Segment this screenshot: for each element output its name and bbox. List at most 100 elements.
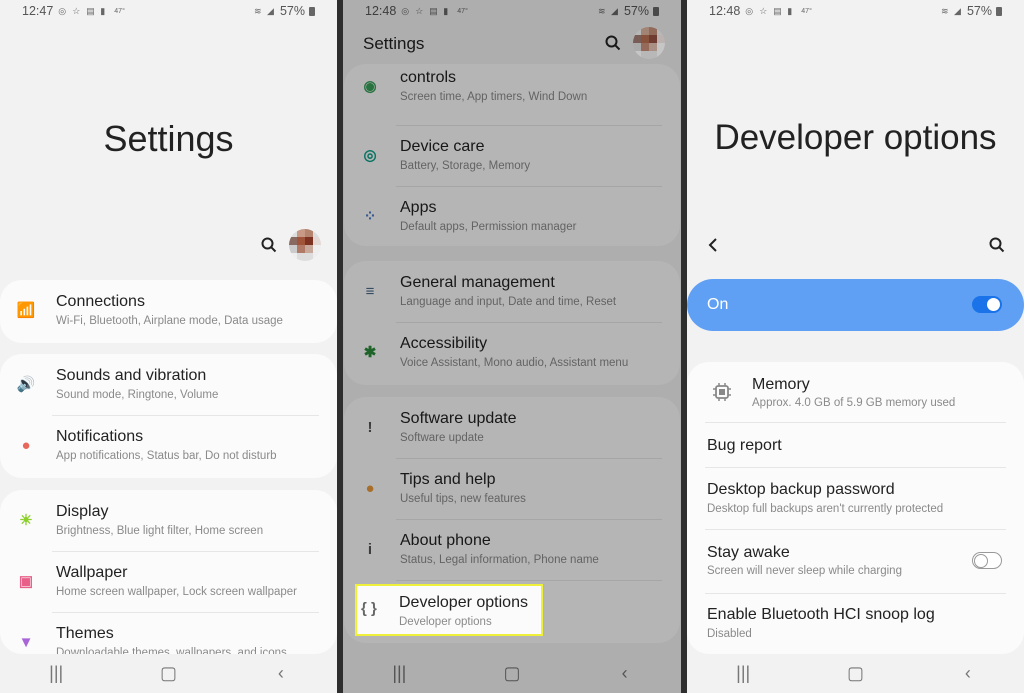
list-item-bluetooth-hci-snoop-log[interactable]: Enable Bluetooth HCI snoop log Disabled: [687, 594, 1024, 655]
settings-item-accessibility[interactable]: ✱ Accessibility Voice Assistant, Mono audi…: [344, 322, 680, 383]
search-icon[interactable]: [261, 237, 277, 253]
status-time: 12:48: [365, 4, 397, 18]
page-title: Developer options: [714, 118, 997, 157]
master-toggle-label: On: [707, 296, 729, 313]
status-time: 12:48: [709, 4, 741, 18]
instagram-icon: ◎: [745, 5, 754, 16]
item-subtitle: Desktop full backups aren't currently pr…: [707, 503, 944, 515]
status-bar: 12:48 ◎ ☆ ▤ ▮ 47° ≋ ◢ 57%: [687, 0, 1024, 22]
device-care-icon: ◎: [363, 147, 377, 164]
item-title: Accessibility: [400, 335, 488, 352]
settings-item-apps[interactable]: ⁘ Apps Default apps, Permission manager: [344, 186, 680, 246]
stay-awake-toggle[interactable]: [972, 552, 1002, 569]
star-icon: ☆: [415, 5, 424, 16]
back-button[interactable]: ‹: [605, 663, 645, 684]
recent-apps-button[interactable]: |||: [379, 663, 419, 684]
settings-item-sounds-and-vibration[interactable]: 🔊 Sounds and vibration Sound mode, Rington…: [0, 354, 337, 415]
settings-item-general-management[interactable]: ≡ General management Language and input, D…: [344, 261, 680, 322]
avatar[interactable]: [289, 229, 321, 261]
home-button[interactable]: ▢: [148, 663, 188, 684]
signal-icon: ◢: [953, 5, 961, 16]
settings-item-display[interactable]: ☀ Display Brightness, Blue light filter, H…: [0, 490, 337, 551]
item-subtitle: Sound mode, Ringtone, Volume: [56, 389, 219, 401]
software-update-icon: !: [367, 418, 373, 436]
settings-item-software-update[interactable]: ! Software update Software update: [344, 397, 680, 458]
item-subtitle: Useful tips, new features: [400, 493, 526, 505]
settings-item-notifications[interactable]: ● Notifications App notifications, Status …: [0, 415, 337, 476]
recent-apps-button[interactable]: |||: [36, 663, 76, 684]
accessibility-icon: ✱: [363, 344, 377, 361]
back-button[interactable]: ‹: [948, 663, 988, 684]
item-subtitle: Wi-Fi, Bluetooth, Airplane mode, Data us…: [56, 315, 283, 327]
settings-item-connections[interactable]: 📶 Connections Wi-Fi, Bluetooth, Airplane m…: [0, 280, 337, 341]
battery-percent: 57%: [279, 4, 305, 18]
item-subtitle: App notifications, Status bar, Do not di…: [56, 450, 277, 462]
recent-apps-button[interactable]: |||: [723, 663, 763, 684]
item-subtitle: Home screen wallpaper, Lock screen wallp…: [56, 586, 297, 598]
developer-options-card: Memory Approx. 4.0 GB of 5.9 GB memory u…: [687, 362, 1024, 654]
home-button[interactable]: ▢: [492, 663, 532, 684]
list-item-memory[interactable]: Memory Approx. 4.0 GB of 5.9 GB memory u…: [687, 362, 1024, 423]
developer-options-screen: 12:48 ◎ ☆ ▤ ▮ 47° ≋ ◢ 57% Developer opti…: [687, 0, 1024, 693]
settings-item-device-care[interactable]: ◎ Device care Battery, Storage, Memory: [344, 125, 680, 186]
settings-item-about-phone[interactable]: i About phone Status, Legal information, P…: [344, 519, 680, 580]
volume-icon: 🔊: [16, 376, 36, 393]
toolbar-title: Settings: [363, 34, 425, 53]
settings-group-card: ☀ Display Brightness, Blue light filter, H…: [0, 490, 337, 654]
developer-options-highlight[interactable]: { } Developer options Developer options: [355, 584, 543, 636]
battery-icon: [996, 6, 1002, 16]
wifi-status-icon: ≋: [597, 5, 606, 16]
message-icon: ▤: [773, 5, 782, 16]
digital-wellbeing-icon: ◉: [363, 78, 377, 95]
message-icon: ▤: [86, 5, 95, 16]
notification-icon: ●: [21, 436, 31, 454]
settings-item-tips-and-help[interactable]: ● Tips and help Useful tips, new features: [344, 458, 680, 519]
item-title: Themes: [56, 625, 114, 642]
item-title: Apps: [400, 199, 437, 216]
item-title: Desktop backup password: [707, 481, 895, 498]
navigation-bar: ||| ▢ ‹: [343, 653, 681, 693]
item-title: General management: [400, 274, 555, 291]
item-title: Bug report: [707, 437, 782, 454]
sliders-icon: ≡: [365, 282, 375, 300]
list-item-desktop-backup-password[interactable]: Desktop backup password Desktop full bac…: [687, 468, 1024, 529]
item-title: Enable Bluetooth HCI snoop log: [707, 606, 935, 623]
item-subtitle: Approx. 4.0 GB of 5.9 GB memory used: [752, 397, 956, 409]
settings-group-card: ≡ General management Language and input, D…: [344, 261, 680, 385]
status-temp: 47°: [457, 7, 468, 15]
navigation-bar: ||| ▢ ‹: [0, 653, 337, 693]
settings-item-wallpaper[interactable]: ▣ Wallpaper Home screen wallpaper, Lock sc…: [0, 551, 337, 612]
item-subtitle: Disabled: [707, 628, 752, 640]
settings-scrolled-screen: 12:48 ◎ ☆ ▤ ▮ 47° ≋ ◢ 57% Settings ◉ cont…: [343, 0, 681, 693]
item-subtitle: Screen will never sleep while charging: [707, 565, 902, 577]
battery-icon: [309, 6, 315, 16]
item-title: About phone: [400, 532, 491, 549]
item-title: Notifications: [56, 428, 144, 445]
lightbulb-icon: ●: [365, 479, 375, 497]
status-temp: 47°: [801, 7, 812, 15]
back-arrow-icon[interactable]: [707, 237, 719, 253]
search-icon[interactable]: [989, 237, 1005, 253]
item-title: Device care: [400, 138, 485, 155]
list-item-stay-awake[interactable]: Stay awake Screen will never sleep while…: [687, 530, 1024, 591]
back-button[interactable]: ‹: [261, 663, 301, 684]
item-title: controls: [400, 69, 457, 86]
settings-group-card: 🔊 Sounds and vibration Sound mode, Rington…: [0, 354, 337, 478]
brightness-icon: ☀: [19, 512, 33, 529]
master-toggle-switch[interactable]: [972, 296, 1002, 313]
phone-icon: ▮: [787, 5, 793, 16]
home-button[interactable]: ▢: [835, 663, 875, 684]
list-item-bug-report[interactable]: Bug report: [687, 423, 1024, 468]
avatar[interactable]: [633, 27, 665, 59]
settings-item-themes[interactable]: ▼ Themes Downloadable themes, wallpapers, …: [0, 612, 337, 654]
search-icon[interactable]: [605, 35, 621, 51]
phone-icon: ▮: [443, 5, 449, 16]
status-bar: 12:47 ◎ ☆ ▤ ▮ 47° ≋ ◢ 57%: [0, 0, 337, 22]
item-subtitle: Battery, Storage, Memory: [400, 160, 531, 172]
settings-item-controls[interactable]: ◉ controls Screen time, App timers, Wind D…: [344, 64, 680, 117]
master-toggle-bar[interactable]: On: [687, 279, 1024, 331]
info-icon: i: [367, 540, 373, 558]
developer-options-subtitle: Developer options: [399, 616, 492, 628]
page-title: Settings: [103, 118, 234, 159]
item-subtitle: Status, Legal information, Phone name: [400, 554, 599, 566]
